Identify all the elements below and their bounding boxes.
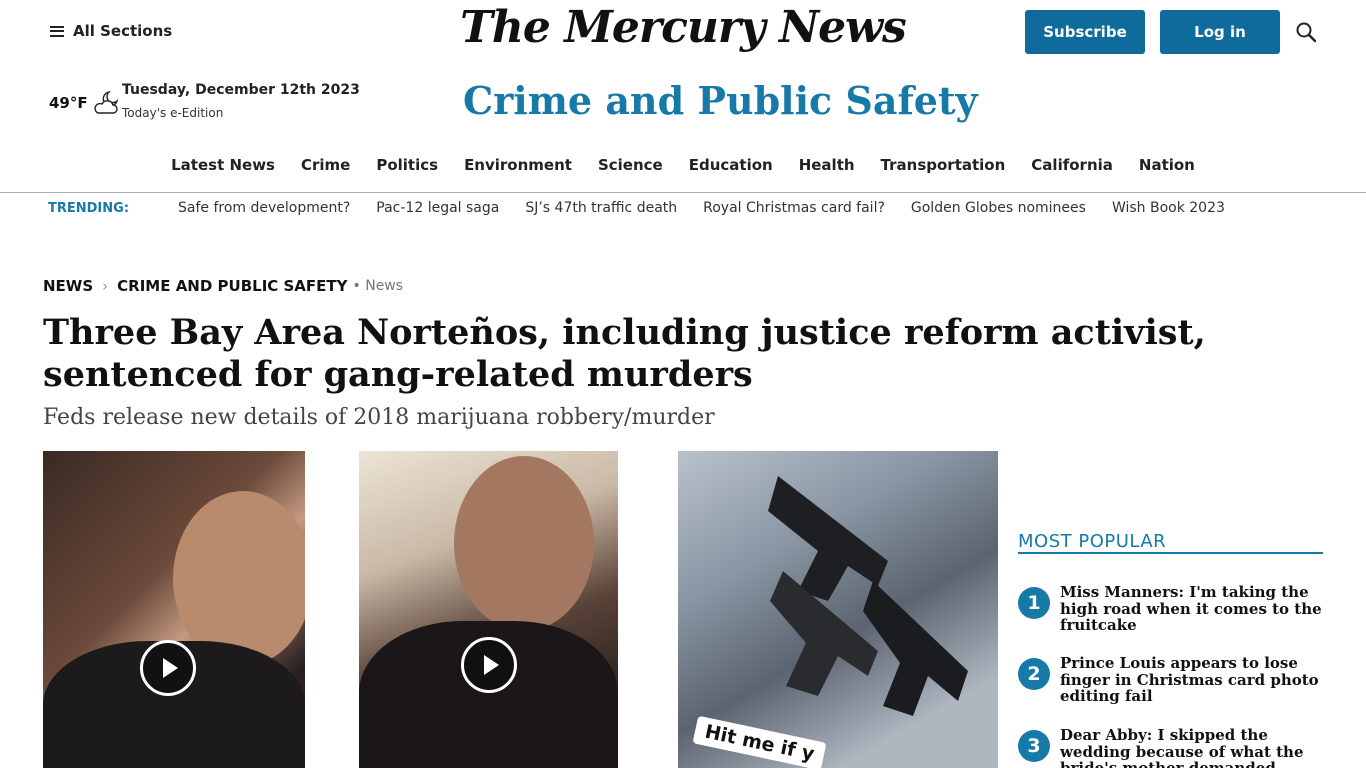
person-photo xyxy=(173,491,305,666)
main-nav: Latest News Crime Politics Environment S… xyxy=(0,156,1366,174)
nav-health[interactable]: Health xyxy=(786,156,868,174)
trending-item[interactable]: Royal Christmas card fail? xyxy=(703,200,885,216)
article-photo[interactable]: Hit me if y xyxy=(678,451,998,768)
video-thumbnail[interactable] xyxy=(43,451,305,768)
breadcrumb: NEWS › CRIME AND PUBLIC SAFETY • News xyxy=(43,277,403,295)
popular-item[interactable]: 3 Dear Abby: I skipped the wedding becau… xyxy=(1018,727,1328,768)
trending-item[interactable]: Wish Book 2023 xyxy=(1112,200,1225,216)
nav-nation[interactable]: Nation xyxy=(1126,156,1208,174)
popular-item-title[interactable]: Prince Louis appears to lose finger in C… xyxy=(1060,655,1328,705)
rank-badge: 1 xyxy=(1018,587,1050,619)
rank-badge: 2 xyxy=(1018,658,1050,690)
trending-item[interactable]: SJ’s 47th traffic death xyxy=(525,200,677,216)
trending-item[interactable]: Pac-12 legal saga xyxy=(376,200,499,216)
chevron-right-icon: › xyxy=(102,277,109,295)
date-block: Tuesday, December 12th 2023 Today's e-Ed… xyxy=(122,82,360,120)
popular-item[interactable]: 2 Prince Louis appears to lose finger in… xyxy=(1018,655,1328,705)
weather-widget[interactable]: 49°F xyxy=(49,88,122,118)
subscribe-button[interactable]: Subscribe xyxy=(1025,10,1145,54)
partly-cloudy-night-icon xyxy=(94,90,119,114)
article-subhead: Feds release new details of 2018 marijua… xyxy=(43,405,715,430)
nav-latest-news[interactable]: Latest News xyxy=(158,156,288,174)
nav-politics[interactable]: Politics xyxy=(363,156,451,174)
breadcrumb-tag: • News xyxy=(352,278,404,294)
popular-item[interactable]: 1 Miss Manners: I'm taking the high road… xyxy=(1018,584,1328,634)
most-popular-title: MOST POPULAR xyxy=(1018,531,1167,552)
nav-environment[interactable]: Environment xyxy=(451,156,585,174)
article-headline: Three Bay Area Norteños, including justi… xyxy=(43,312,1206,395)
nav-transportation[interactable]: Transportation xyxy=(868,156,1019,174)
weather-temp: 49°F xyxy=(49,94,88,112)
login-button[interactable]: Log in xyxy=(1160,10,1280,54)
handguns-photo xyxy=(768,476,968,716)
eedition-link[interactable]: Today's e-Edition xyxy=(122,106,360,120)
popular-item-title[interactable]: Miss Manners: I'm taking the high road w… xyxy=(1060,584,1328,634)
trending-item[interactable]: Golden Globes nominees xyxy=(911,200,1086,216)
nav-education[interactable]: Education xyxy=(676,156,786,174)
nav-california[interactable]: California xyxy=(1018,156,1126,174)
nav-science[interactable]: Science xyxy=(585,156,676,174)
most-popular-divider xyxy=(1018,552,1323,554)
play-icon[interactable] xyxy=(140,640,196,696)
person-photo xyxy=(454,456,594,631)
trending-bar: TRENDING: Safe from development? Pac-12 … xyxy=(48,200,1251,216)
play-icon[interactable] xyxy=(461,637,517,693)
breadcrumb-crime-public-safety[interactable]: CRIME AND PUBLIC SAFETY xyxy=(117,277,347,295)
nav-divider xyxy=(0,192,1366,193)
nav-crime[interactable]: Crime xyxy=(288,156,363,174)
popular-item-title[interactable]: Dear Abby: I skipped the wedding because… xyxy=(1060,727,1328,768)
video-thumbnail[interactable] xyxy=(359,451,618,768)
breadcrumb-news[interactable]: NEWS xyxy=(43,277,93,295)
current-date: Tuesday, December 12th 2023 xyxy=(122,82,360,98)
search-icon[interactable] xyxy=(1295,21,1317,43)
trending-label: TRENDING: xyxy=(48,200,130,216)
section-title[interactable]: Crime and Public Safety xyxy=(463,78,978,123)
rank-badge: 3 xyxy=(1018,730,1050,762)
trending-item[interactable]: Safe from development? xyxy=(178,200,350,216)
